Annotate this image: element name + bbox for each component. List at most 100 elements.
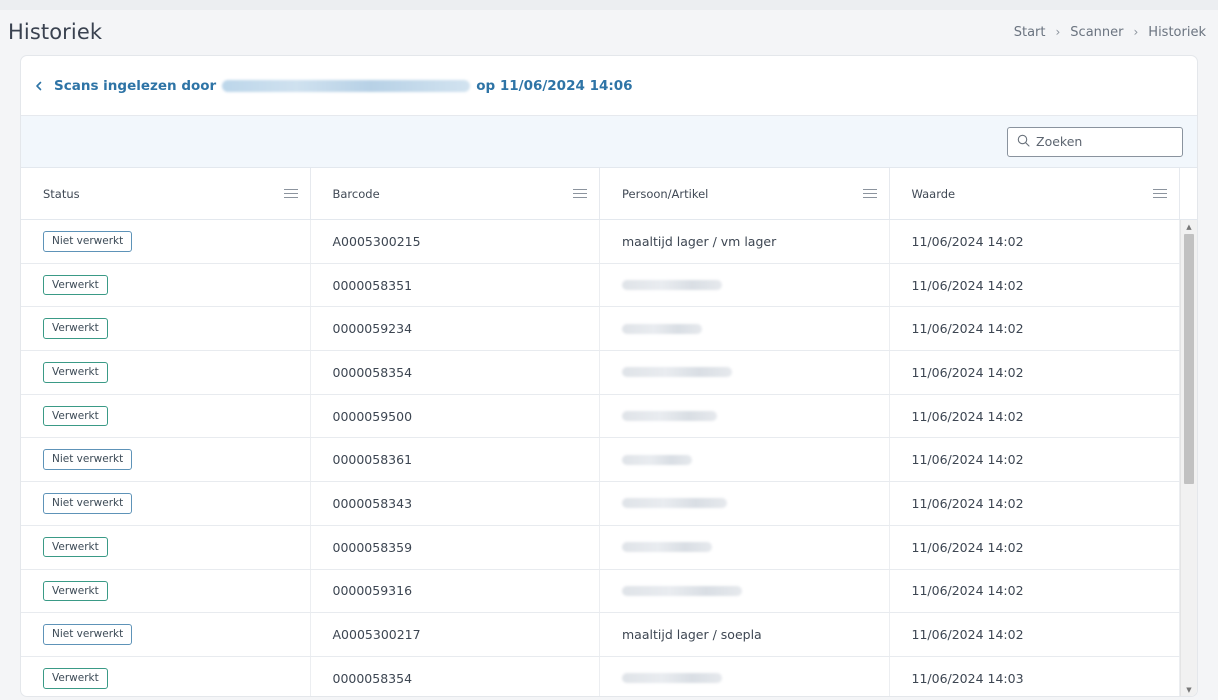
menu-icon[interactable] <box>283 188 298 199</box>
redacted-name <box>622 323 702 334</box>
person-cell <box>600 394 890 438</box>
table-row[interactable]: Verwerkt 0000058359 11/06/2024 14:02 <box>21 525 1180 570</box>
chevron-right-icon: › <box>1133 25 1139 39</box>
table-row[interactable]: Verwerkt 0000058354 11/06/2024 14:02 <box>21 351 1180 395</box>
value-cell: 11/06/2024 14:02 <box>890 525 1180 569</box>
table-row[interactable]: Niet verwerkt 0000058343 11/06/2024 14:02 <box>21 482 1180 526</box>
scroll-up-arrow-icon[interactable]: ▲ <box>1181 220 1197 234</box>
person-cell: maaltijd lager / soepla <box>600 613 890 656</box>
barcode-cell: A0005300215 <box>311 220 600 263</box>
scroll-thumb[interactable] <box>1184 234 1194 484</box>
status-badge: Niet verwerkt <box>43 231 133 252</box>
barcode-cell: 0000058361 <box>311 438 600 482</box>
status-cell: Niet verwerkt <box>21 482 311 525</box>
barcode-cell: 0000059316 <box>311 569 600 613</box>
redacted-name <box>622 542 712 553</box>
table-row[interactable]: Niet verwerkt A0005300217 maaltijd lager /… <box>21 613 1180 657</box>
person-cell <box>600 525 890 569</box>
person-cell <box>600 569 890 613</box>
person-cell <box>600 307 890 351</box>
column-label: Waarde <box>911 186 956 201</box>
table-row[interactable]: Verwerkt 0000058354 11/06/2024 14:03 <box>21 656 1180 696</box>
chevron-right-icon: › <box>1055 25 1061 39</box>
column-label: Persoon/Artikel <box>622 186 709 201</box>
table-row[interactable]: Verwerkt 0000059500 11/06/2024 14:02 <box>21 394 1180 439</box>
chevron-left-icon[interactable] <box>32 79 46 93</box>
value-cell: 11/06/2024 14:02 <box>890 569 1180 613</box>
history-card: Scans ingelezen door op 11/06/2024 14:06… <box>20 55 1198 697</box>
status-cell: Verwerkt <box>21 307 311 351</box>
status-cell: Verwerkt <box>21 656 311 696</box>
scroll-down-arrow-icon[interactable]: ▼ <box>1181 683 1197 696</box>
value-cell: 11/06/2024 14:02 <box>890 438 1180 482</box>
status-badge: Verwerkt <box>43 536 108 558</box>
page-title: Historiek <box>8 20 103 44</box>
barcode-cell: 0000059234 <box>311 307 600 351</box>
table-row[interactable]: Verwerkt 0000059316 11/06/2024 14:02 <box>21 569 1180 614</box>
breadcrumb-historiek: Historiek <box>1148 24 1206 40</box>
status-badge: Niet verwerkt <box>43 449 133 471</box>
person-cell <box>600 351 890 394</box>
status-badge: Verwerkt <box>43 667 108 689</box>
search-box[interactable] <box>1007 126 1183 157</box>
search-input[interactable] <box>1036 134 1166 149</box>
column-header-barcode[interactable]: Barcode <box>311 168 600 219</box>
menu-icon[interactable] <box>573 188 587 199</box>
table-body: Niet verwerkt A0005300215 maaltijd lager /… <box>21 220 1197 696</box>
person-cell <box>600 656 890 696</box>
vertical-scrollbar[interactable]: ▲ ▼ <box>1180 220 1197 696</box>
status-badge: Niet verwerkt <box>43 493 133 514</box>
barcode-cell: 0000059500 <box>311 394 600 438</box>
status-badge: Verwerkt <box>43 274 108 296</box>
status-cell: Verwerkt <box>21 394 311 438</box>
redacted-name <box>622 367 732 378</box>
status-cell: Verwerkt <box>21 569 311 613</box>
value-cell: 11/06/2024 14:02 <box>890 482 1180 525</box>
status-badge: Verwerkt <box>43 580 108 602</box>
redacted-name <box>622 454 692 465</box>
barcode-cell: 0000058354 <box>311 656 600 696</box>
person-cell <box>600 482 890 525</box>
table-row[interactable]: Niet verwerkt 0000058361 11/06/2024 14:02 <box>21 438 1180 483</box>
menu-icon[interactable] <box>1153 188 1167 199</box>
redacted-name <box>622 280 722 291</box>
barcode-cell: 0000058354 <box>311 351 600 394</box>
breadcrumb: Start › Scanner › Historiek <box>1014 25 1210 40</box>
value-cell: 11/06/2024 14:02 <box>890 613 1180 656</box>
column-header-waarde[interactable]: Waarde <box>890 168 1180 219</box>
barcode-cell: A0005300217 <box>311 613 600 656</box>
redacted-email <box>222 79 471 92</box>
table-row[interactable]: Verwerkt 0000059234 11/06/2024 14:02 <box>21 307 1180 352</box>
scans-table: Status Barcode Persoon/Artikel Waarde Ni… <box>21 168 1197 696</box>
value-cell: 11/06/2024 14:03 <box>890 656 1180 696</box>
status-badge: Niet verwerkt <box>43 624 133 645</box>
column-header-person[interactable]: Persoon/Artikel <box>600 168 890 219</box>
back-link[interactable]: Scans ingelezen door op 11/06/2024 14:06 <box>32 78 633 94</box>
barcode-cell: 0000058343 <box>311 482 600 525</box>
table-row[interactable]: Niet verwerkt A0005300215 maaltijd lager /… <box>21 220 1180 264</box>
status-badge: Verwerkt <box>43 362 108 383</box>
redacted-name <box>622 673 722 684</box>
person-cell <box>600 438 890 482</box>
status-badge: Verwerkt <box>43 405 108 427</box>
menu-icon[interactable] <box>862 188 877 199</box>
status-badge: Verwerkt <box>43 318 108 340</box>
barcode-cell: 0000058359 <box>311 525 600 569</box>
column-label: Barcode <box>332 186 380 201</box>
status-cell: Niet verwerkt <box>21 438 311 482</box>
status-cell: Niet verwerkt <box>21 220 311 263</box>
status-cell: Verwerkt <box>21 525 311 569</box>
value-cell: 11/06/2024 14:02 <box>890 263 1180 307</box>
table-row[interactable]: Verwerkt 0000058351 11/06/2024 14:02 <box>21 263 1180 308</box>
value-cell: 11/06/2024 14:02 <box>890 394 1180 438</box>
status-cell: Niet verwerkt <box>21 613 311 656</box>
page-header: Historiek Start › Scanner › Historiek <box>8 10 1210 54</box>
top-bar <box>0 0 1218 10</box>
value-cell: 11/06/2024 14:02 <box>890 351 1180 394</box>
breadcrumb-scanner[interactable]: Scanner <box>1070 25 1123 40</box>
breadcrumb-start[interactable]: Start <box>1014 25 1046 40</box>
column-header-status[interactable]: Status <box>21 168 311 219</box>
status-cell: Verwerkt <box>21 351 311 394</box>
value-cell: 11/06/2024 14:02 <box>890 307 1180 351</box>
heading-prefix: Scans ingelezen door <box>54 77 217 94</box>
